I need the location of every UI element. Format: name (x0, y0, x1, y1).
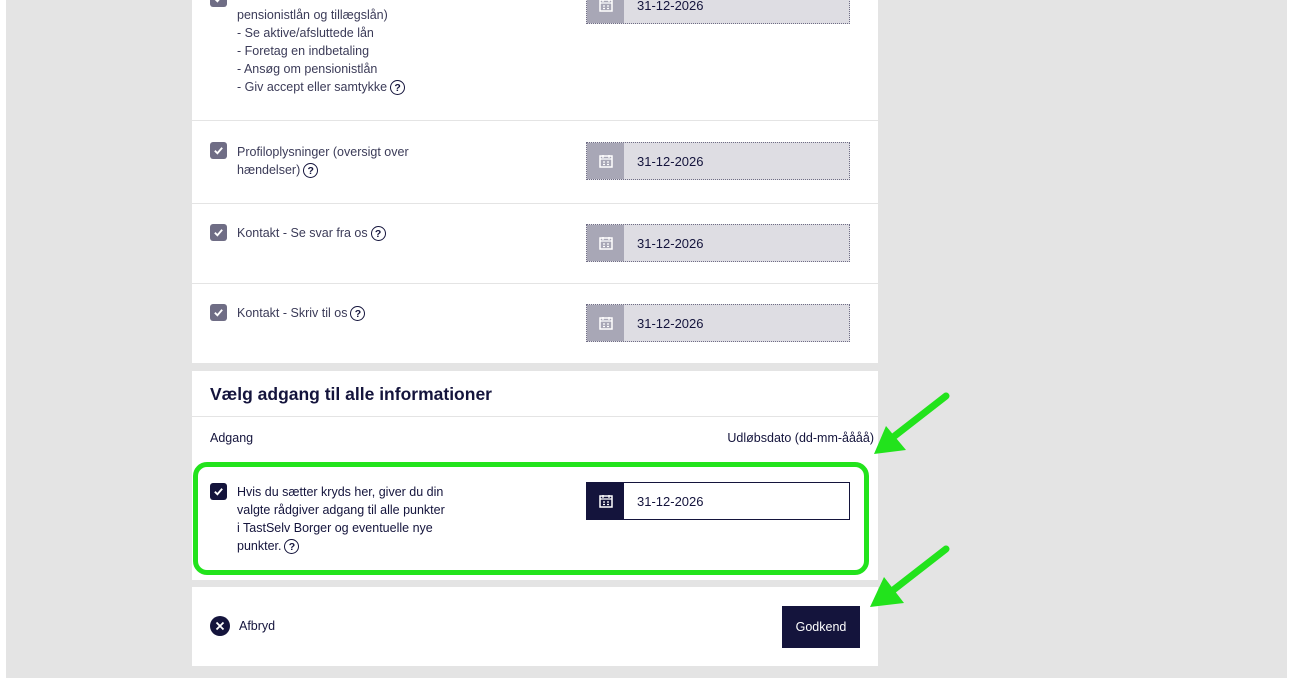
expiry-date-value: 31-12-2026 (637, 153, 704, 169)
access-list-panel: pensionistlån og tillægslån) - Se aktive… (192, 0, 878, 363)
expiry-date-value: 31-12-2026 (637, 315, 704, 331)
cancel-button[interactable]: Afbryd (210, 616, 275, 636)
calendar-icon (598, 0, 613, 12)
calendar-button[interactable] (587, 225, 624, 261)
cancel-label: Afbryd (239, 619, 276, 633)
access-label-profile: Profiloplysninger (oversigt over hændels… (237, 145, 409, 179)
approve-button[interactable]: Godkend (782, 606, 860, 648)
access-row-loans: pensionistlån og tillægslån) - Se aktive… (192, 0, 878, 121)
expiry-date-value: 31-12-2026 (637, 0, 704, 13)
access-row-profile: Profiloplysninger (oversigt over hændels… (192, 121, 878, 204)
calendar-icon (598, 237, 613, 250)
highlight-frame (193, 462, 869, 575)
arrow-icon (870, 545, 950, 607)
checkmark-icon (214, 0, 220, 3)
arrow-icon (874, 392, 950, 454)
expiry-date-value: 31-12-2026 (637, 235, 704, 251)
access-label-contact-write: Kontakt - Skriv til os? (237, 304, 366, 322)
help-icon[interactable]: ? (370, 226, 386, 242)
calendar-icon (598, 317, 613, 330)
calendar-button[interactable] (587, 143, 624, 179)
section-title: Vælg adgang til alle informationer (210, 384, 492, 404)
access-checkbox-contact-write[interactable] (210, 304, 227, 321)
access-checkbox-loans[interactable] (210, 0, 227, 7)
calendar-button[interactable] (587, 0, 624, 23)
access-row-contact-write: Kontakt - Skriv til os? 31-12-2026 (192, 284, 878, 363)
column-header-expiry: Udløbsdato (dd-mm-åååå) (727, 431, 874, 445)
expiry-date-field-loans[interactable]: 31-12-2026 (586, 0, 850, 24)
calendar-icon (598, 155, 613, 168)
help-icon[interactable]: ? (390, 80, 406, 96)
access-label-loans: pensionistlån og tillægslån) - Se aktive… (237, 6, 406, 96)
column-header-access: Adgang (210, 431, 254, 445)
expiry-date-field-contact-read[interactable]: 31-12-2026 (586, 224, 850, 262)
access-label-contact-read: Kontakt - Se svar fra os? (237, 224, 386, 242)
expiry-date-field-contact-write[interactable]: 31-12-2026 (586, 304, 850, 342)
access-checkbox-profile[interactable] (210, 142, 227, 159)
expiry-date-field-profile[interactable]: 31-12-2026 (586, 142, 850, 180)
close-icon (210, 616, 230, 636)
checkmark-icon (214, 147, 223, 155)
help-icon[interactable]: ? (303, 163, 319, 179)
help-icon[interactable]: ? (350, 306, 366, 322)
checkmark-icon (214, 229, 223, 237)
access-checkbox-contact-read[interactable] (210, 224, 227, 241)
divider (192, 416, 878, 417)
calendar-button[interactable] (587, 305, 624, 341)
checkmark-icon (214, 309, 223, 317)
access-row-contact-read: Kontakt - Se svar fra os? 31-12-2026 (192, 204, 878, 284)
footer-actions: Afbryd Godkend (192, 587, 878, 666)
